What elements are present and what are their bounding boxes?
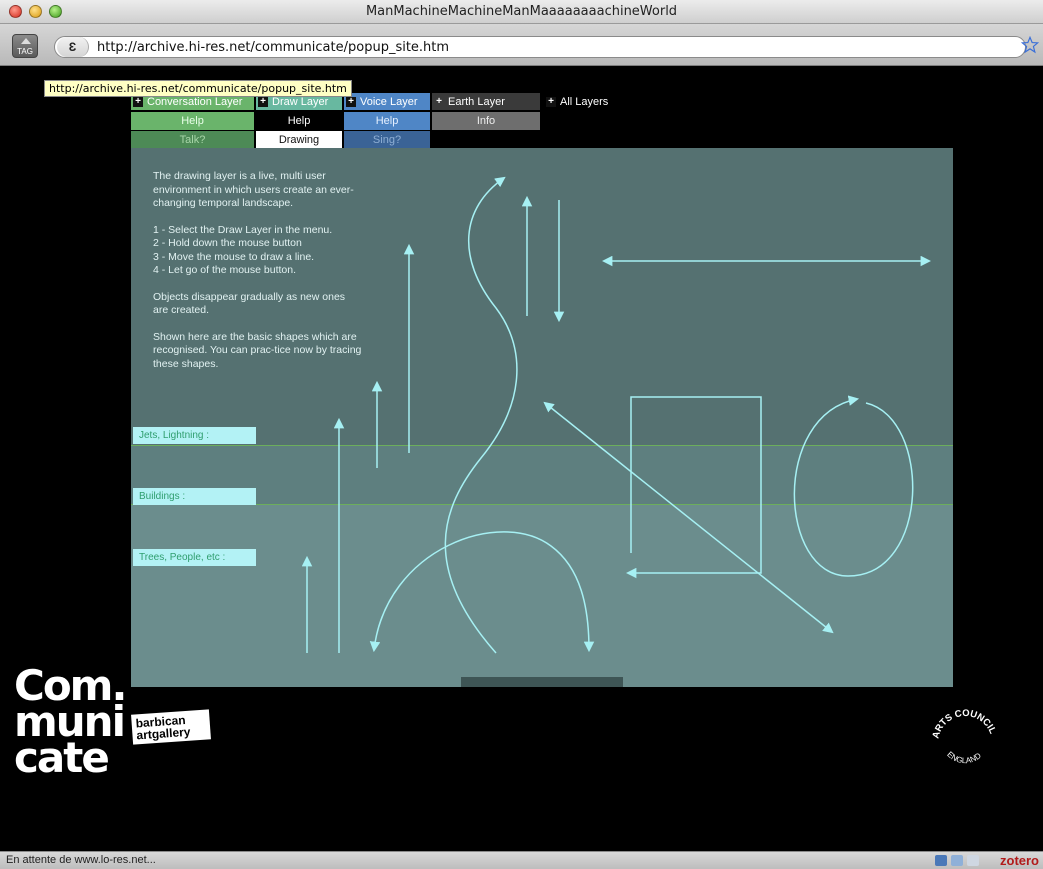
diagonal-arrow [543,401,834,634]
svg-text:ARTS COUNCIL: ARTS COUNCIL [930,708,998,740]
voice-layer-label: Voice Layer [360,95,418,108]
barbican-logo[interactable]: barbican artgallery [131,709,211,745]
window-titlebar: ManMachineMachineManMaaaaaaaachineWorld [0,0,1043,24]
plus-icon: + [258,96,268,107]
stage-bottom-tab [461,677,623,687]
arts-council-top-text: ARTS COUNCIL [930,708,998,740]
plus-icon: + [346,96,356,107]
site-identity-icon[interactable]: Ɛ [57,37,89,57]
voice-layer-tab[interactable]: + Voice Layer [344,93,430,110]
link-tooltip: http://archive.hi-res.net/communicate/po… [44,80,352,97]
address-text[interactable]: http://archive.hi-res.net/communicate/po… [97,40,449,55]
communicate-logo[interactable]: Com. muni cate [14,665,127,779]
draw-layer-label: Draw Layer [272,95,329,108]
window-title: ManMachineMachineManMaaaaaaaachineWorld [365,4,678,19]
addon-icon[interactable] [951,855,963,866]
earth-layer-tab[interactable]: + Earth Layer [432,93,540,110]
earth-info-item[interactable]: Info [432,112,540,130]
plus-icon: + [546,96,556,107]
address-bar[interactable]: Ɛ http://archive.hi-res.net/communicate/… [54,36,1026,58]
earth-layer-label: Earth Layer [448,95,505,108]
network-icon[interactable] [935,855,947,866]
status-icons [935,855,979,866]
browser-toolbar: TAG Ɛ http://archive.hi-res.net/communic… [0,24,1043,66]
plus-icon: + [133,96,143,107]
logo-line: artgallery [136,724,191,743]
all-layers-label: All Layers [560,95,609,108]
talk-item[interactable]: Talk? [131,131,254,149]
all-layers-tab[interactable]: + All Layers [544,93,634,110]
status-text: En attente de www.lo-res.net... [6,854,156,866]
lightning-curve [444,176,518,654]
bookmark-star-icon[interactable] [1021,36,1039,54]
arts-council-logo[interactable]: ARTS COUNCIL ENGLAND [928,706,1002,780]
svg-text:ENGLAND: ENGLAND [945,750,983,766]
circle-shape [793,395,914,577]
tag-button[interactable]: TAG [12,34,38,58]
drawing-item[interactable]: Drawing [256,131,342,149]
arch-shape [369,531,595,653]
sing-item[interactable]: Sing? [344,131,430,149]
conversation-help-item[interactable]: Help [131,112,254,130]
zotero-button[interactable]: zotero [1000,853,1039,868]
arts-council-bottom-text: ENGLAND [945,750,983,766]
voice-help-item[interactable]: Help [344,112,430,130]
plus-icon: + [434,96,444,107]
status-bar: En attente de www.lo-res.net... zotero [0,851,1043,869]
mail-icon[interactable] [967,855,979,866]
practice-shapes[interactable] [131,148,953,687]
draw-help-item[interactable]: Help [256,112,342,130]
conversation-layer-label: Conversation Layer [147,95,243,108]
drawing-stage[interactable]: The drawing layer is a live, multi user … [131,148,953,687]
